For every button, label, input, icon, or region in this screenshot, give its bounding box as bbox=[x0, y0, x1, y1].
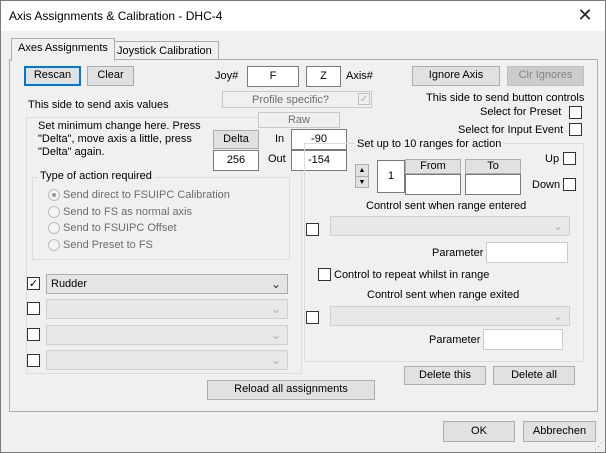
action-type-title: Type of action required bbox=[38, 170, 154, 182]
send-button-controls-label: This side to send button controls bbox=[426, 92, 585, 104]
control-entered-checkbox[interactable] bbox=[306, 223, 319, 236]
ignore-axis-button[interactable]: Ignore Axis bbox=[412, 66, 500, 86]
parameter-field[interactable] bbox=[486, 242, 568, 263]
action-radio-offset[interactable] bbox=[48, 222, 60, 234]
delete-all-button[interactable]: Delete all bbox=[493, 366, 575, 385]
chevron-down-icon: ⌄ bbox=[552, 219, 563, 233]
tab-axes-assignments[interactable]: Axes Assignments bbox=[11, 38, 115, 61]
assignment-checkbox-3[interactable] bbox=[27, 328, 40, 341]
select-for-preset-checkbox[interactable] bbox=[569, 106, 582, 119]
spinner-down-icon[interactable]: ▼ bbox=[356, 177, 368, 188]
from-field[interactable] bbox=[405, 174, 461, 195]
delete-this-button[interactable]: Delete this bbox=[404, 366, 486, 385]
in-label: In bbox=[275, 133, 285, 145]
ranges-label: Set up to 10 ranges for action bbox=[355, 138, 504, 150]
up-label: Up bbox=[545, 153, 560, 165]
up-checkbox[interactable] bbox=[563, 152, 576, 165]
profile-specific-label: Profile specific? bbox=[252, 94, 330, 106]
range-number-field[interactable]: 1 bbox=[377, 160, 405, 193]
control-entered-combo[interactable]: ⌄ bbox=[330, 216, 570, 236]
chevron-down-icon: ⌄ bbox=[270, 277, 281, 291]
window-title: Axis Assignments & Calibration - DHC-4 bbox=[9, 9, 223, 23]
assignment-checkbox-4[interactable] bbox=[27, 354, 40, 367]
assignment-combo-3[interactable]: ⌄ bbox=[46, 325, 288, 345]
out-label: Out bbox=[268, 153, 286, 165]
delta-value-field[interactable]: 256 bbox=[213, 150, 259, 171]
ok-button[interactable]: OK bbox=[443, 421, 515, 442]
min-change-text: Set minimum change here. Press "Delta", … bbox=[38, 120, 218, 159]
send-axis-values-label: This side to send axis values bbox=[28, 99, 169, 111]
range-spinner[interactable]: ▲ ▼ bbox=[355, 164, 369, 188]
control-exited-combo[interactable]: ⌄ bbox=[330, 306, 570, 326]
action-label-offset: Send to FSUIPC Offset bbox=[63, 222, 177, 234]
action-label-calibration: Send direct to FSUIPC Calibration bbox=[63, 189, 230, 201]
control-exited-checkbox[interactable] bbox=[306, 311, 319, 324]
select-for-input-event-checkbox[interactable] bbox=[569, 123, 582, 136]
joy-label: Joy# bbox=[215, 70, 239, 82]
min-change-line-3: "Delta" again. bbox=[38, 146, 105, 158]
chevron-down-icon: ⌄ bbox=[552, 309, 563, 323]
assignment-checkbox-2[interactable] bbox=[27, 302, 40, 315]
repeat-checkbox[interactable] bbox=[318, 268, 331, 281]
assignment-combo-1-value: Rudder bbox=[51, 278, 88, 290]
assignment-combo-4[interactable]: ⌄ bbox=[46, 350, 288, 370]
from-header[interactable]: From bbox=[405, 159, 461, 174]
parameter-label-2: Parameter bbox=[429, 334, 481, 346]
cancel-button[interactable]: Abbrechen bbox=[523, 421, 596, 442]
clr-ignores-button[interactable]: Clr Ignores bbox=[507, 66, 584, 86]
down-checkbox[interactable] bbox=[563, 178, 576, 191]
profile-specific-checkbox[interactable]: ✓ bbox=[358, 93, 370, 105]
action-radio-normal-axis[interactable] bbox=[48, 206, 60, 218]
action-radio-preset[interactable] bbox=[48, 239, 60, 251]
select-for-preset-label: Select for Preset bbox=[480, 106, 562, 118]
clear-button[interactable]: Clear bbox=[87, 66, 134, 86]
parameter-field-2[interactable] bbox=[483, 329, 563, 350]
close-icon[interactable]: ✕ bbox=[570, 3, 600, 27]
assignment-combo-2[interactable]: ⌄ bbox=[46, 299, 288, 319]
raw-field: Raw bbox=[258, 112, 340, 128]
action-label-normal-axis: Send to FS as normal axis bbox=[63, 206, 193, 218]
rescan-button[interactable]: Rescan bbox=[24, 66, 81, 86]
to-header[interactable]: To bbox=[465, 159, 521, 174]
assignment-combo-1[interactable]: Rudder ⌄ bbox=[46, 274, 288, 294]
spinner-up-icon[interactable]: ▲ bbox=[356, 165, 368, 177]
select-for-input-event-label: Select for Input Event bbox=[458, 124, 564, 136]
resize-grip-icon[interactable]: ⋰ bbox=[594, 441, 604, 451]
chevron-down-icon: ⌄ bbox=[270, 353, 281, 367]
repeat-label: Control to repeat whilst in range bbox=[334, 269, 490, 281]
delta-button[interactable]: Delta bbox=[213, 130, 259, 149]
parameter-label: Parameter bbox=[432, 247, 484, 259]
control-entered-label: Control sent when range entered bbox=[366, 200, 527, 212]
chevron-down-icon: ⌄ bbox=[270, 328, 281, 342]
axis-number-field[interactable]: Z bbox=[306, 66, 341, 87]
action-label-preset: Send Preset to FS bbox=[63, 239, 153, 251]
min-change-line-1: Set minimum change here. Press bbox=[38, 120, 201, 132]
reload-all-assignments-button[interactable]: Reload all assignments bbox=[207, 380, 375, 400]
joy-number-field[interactable]: F bbox=[247, 66, 299, 87]
min-change-line-2: "Delta", move axis a little, press bbox=[38, 133, 192, 145]
to-field[interactable] bbox=[465, 174, 521, 195]
control-exited-label: Control sent when range exited bbox=[367, 289, 520, 301]
chevron-down-icon: ⌄ bbox=[270, 302, 281, 316]
down-label: Down bbox=[532, 179, 561, 191]
assignment-checkbox-1[interactable]: ✓ bbox=[27, 277, 40, 290]
tab-joystick-calibration[interactable]: Joystick Calibration bbox=[110, 41, 219, 59]
axis-label: Axis# bbox=[346, 70, 373, 82]
action-radio-calibration[interactable] bbox=[48, 189, 60, 201]
